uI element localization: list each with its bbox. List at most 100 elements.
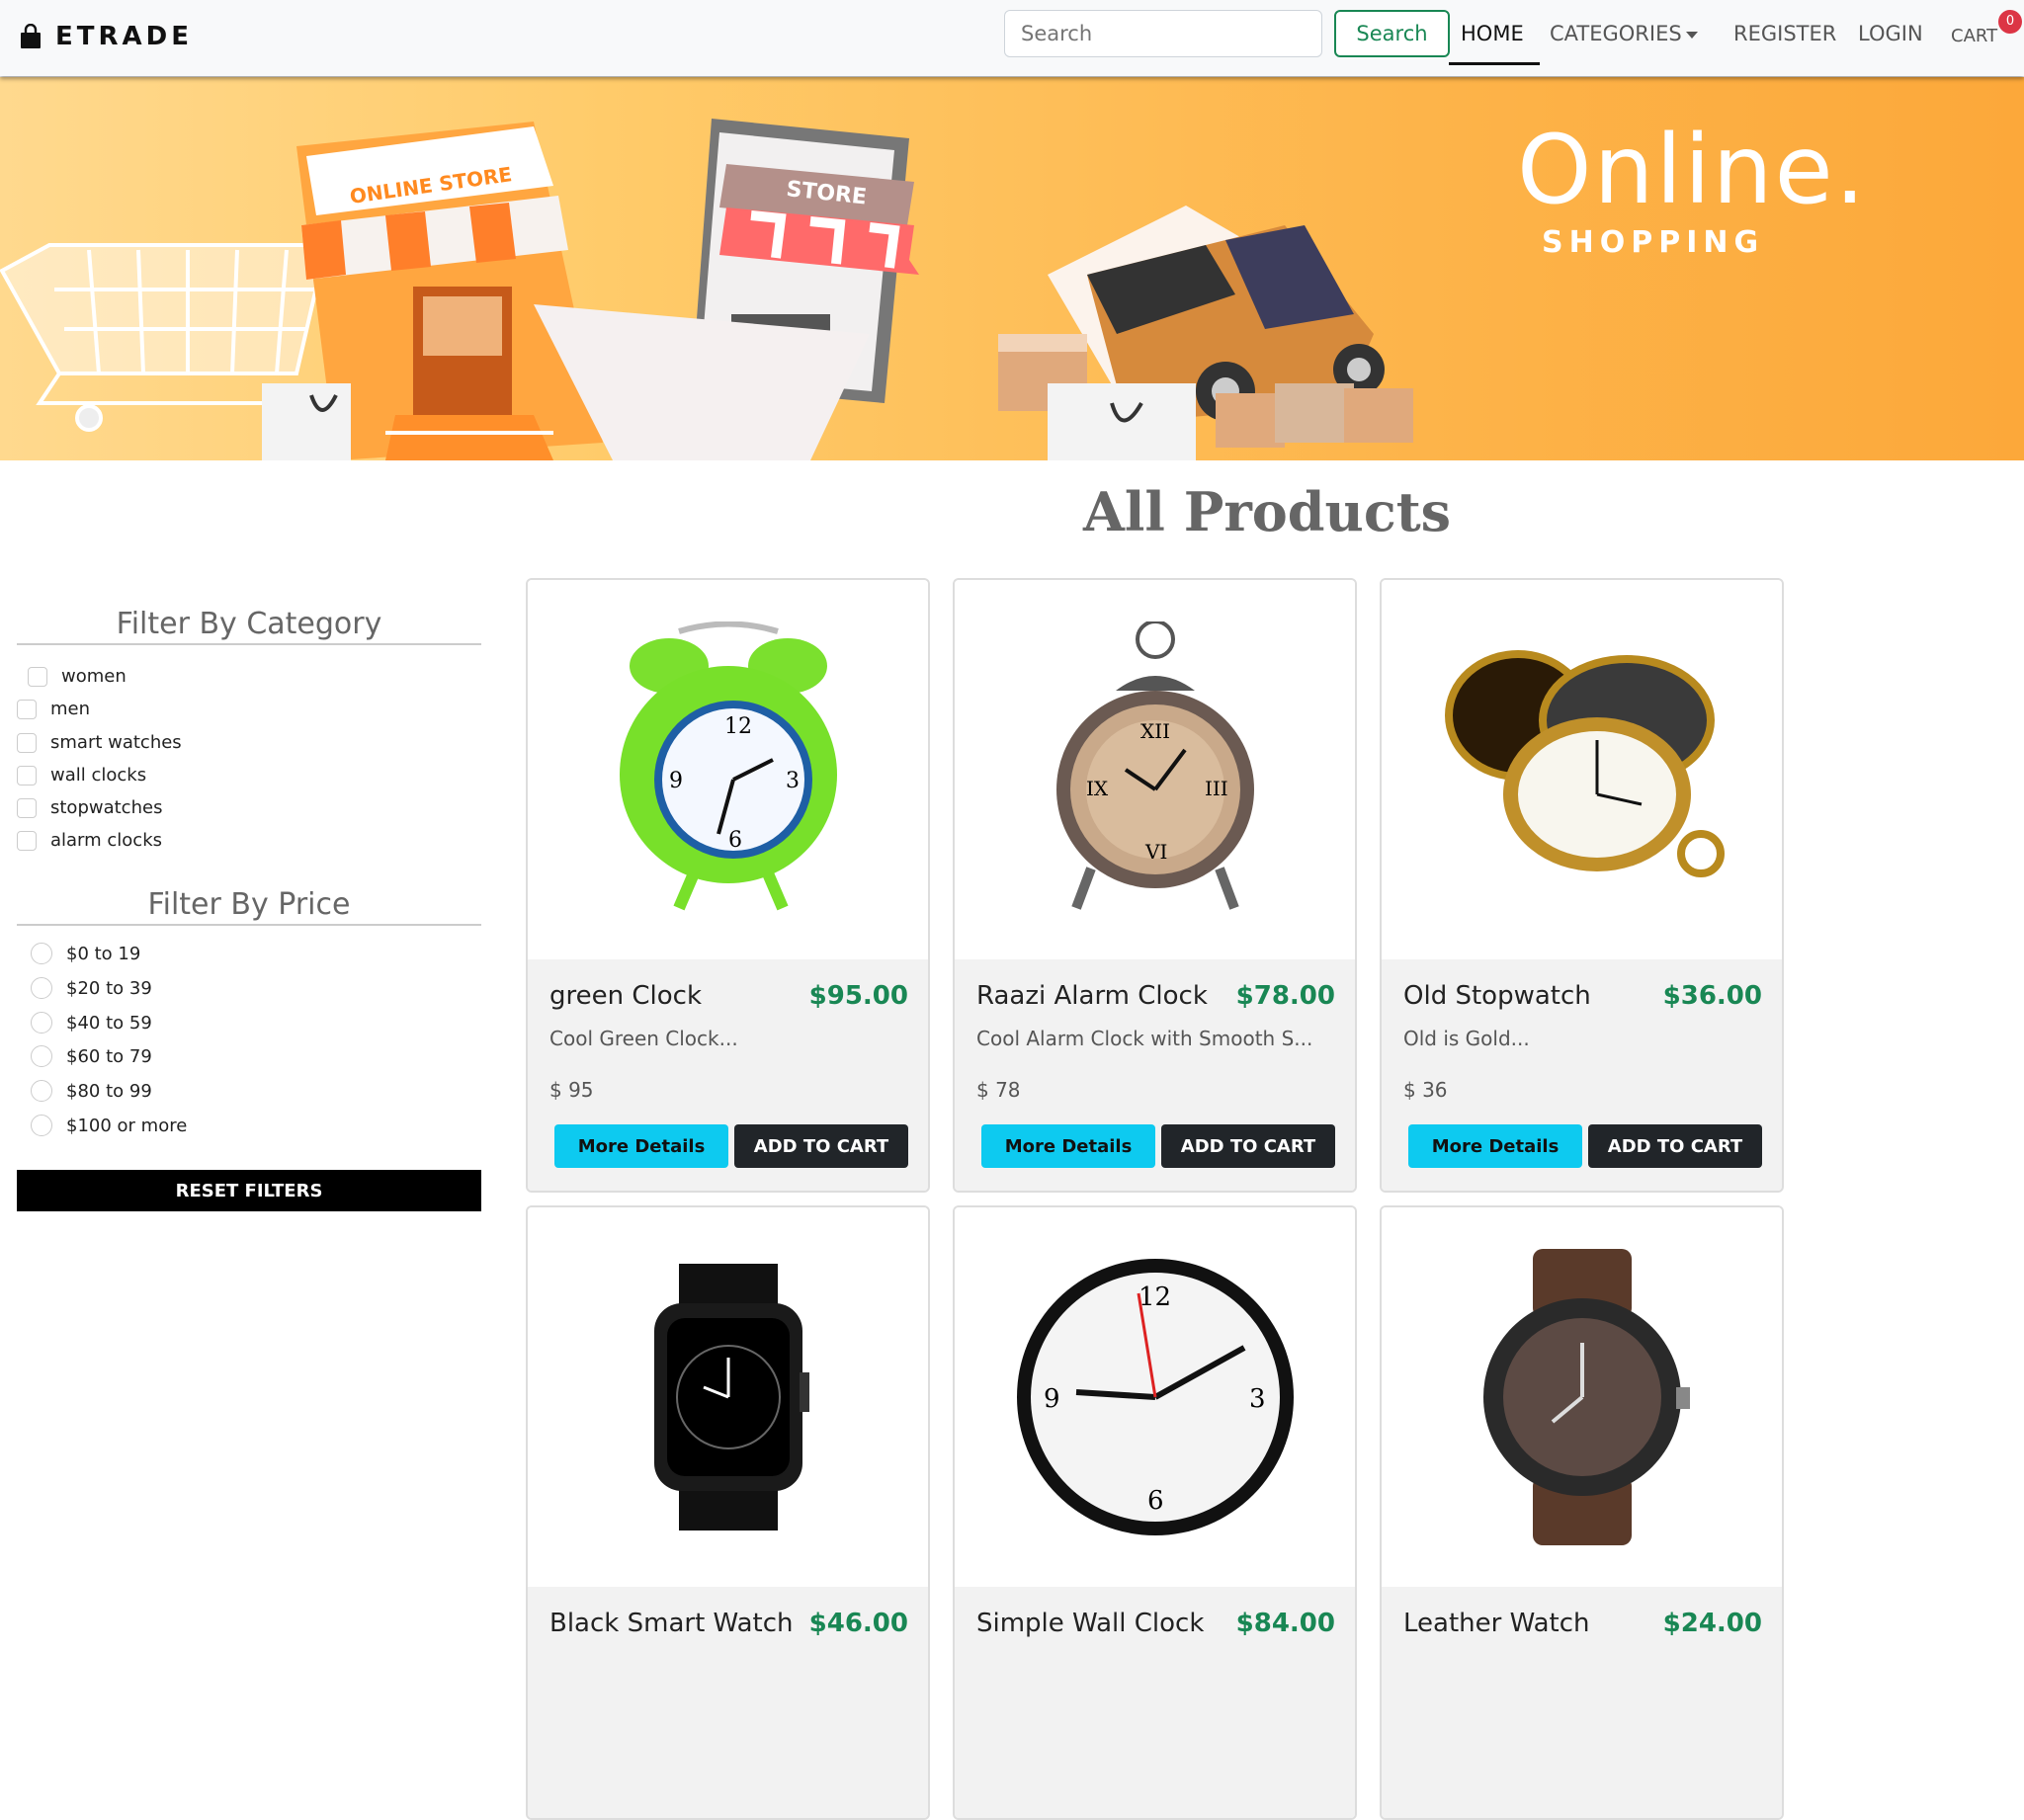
product-card: 12 3 6 9 green Clock $95.00 Cool Green C… [526, 578, 930, 1193]
filter-category-men[interactable]: men [17, 699, 90, 719]
filter-price-label: $40 to 59 [66, 1012, 152, 1034]
product-card: Black Smart Watch $46.00 [526, 1205, 930, 1820]
checkbox[interactable] [17, 830, 37, 851]
radio-button[interactable] [31, 977, 52, 999]
more-details-button[interactable]: More Details [981, 1124, 1155, 1168]
product-card-body: Old Stopwatch $36.00 Old is Gold... $ 36… [1382, 959, 1782, 1191]
svg-text:IX: IX [1086, 777, 1109, 800]
page-title: All Products [1083, 480, 1452, 543]
add-to-cart-button[interactable]: ADD TO CART [1161, 1124, 1335, 1168]
product-card-body: Leather Watch $24.00 [1382, 1587, 1782, 1818]
product-card: Old Stopwatch $36.00 Old is Gold... $ 36… [1380, 578, 1784, 1193]
svg-text:3: 3 [786, 769, 800, 793]
product-image-black-smart-watch[interactable] [528, 1207, 928, 1587]
pocket-watch-icon [1444, 650, 1725, 877]
radio-button[interactable] [31, 1080, 52, 1102]
filter-category-alarm-clocks[interactable]: alarm clocks [17, 830, 162, 851]
more-details-button[interactable]: More Details [554, 1124, 728, 1168]
product-price: $84.00 [1235, 1609, 1335, 1638]
filter-category-women[interactable]: women [28, 666, 126, 687]
alarm-clock-icon: 12 3 6 9 [619, 621, 837, 911]
nav-login[interactable]: LOGIN [1858, 22, 1923, 45]
product-image-green-clock[interactable]: 12 3 6 9 [528, 580, 928, 959]
product-name[interactable]: Simple Wall Clock [976, 1609, 1204, 1638]
filter-category-smart-watches[interactable]: smart watches [17, 732, 182, 753]
add-to-cart-button[interactable]: ADD TO CART [1588, 1124, 1762, 1168]
product-card: XII III VI IX Raazi Alarm Clock $78.00 C… [953, 578, 1357, 1193]
alarm-clock-icon: XII III VI IX [1055, 621, 1254, 910]
filter-price-label: $100 or more [66, 1115, 188, 1136]
brand[interactable]: ETRADE [20, 22, 193, 51]
filter-category-label: smart watches [50, 732, 182, 753]
svg-text:12: 12 [724, 714, 752, 739]
svg-text:XII: XII [1140, 719, 1170, 743]
product-description: Cool Green Clock... [549, 1027, 738, 1050]
product-card-body: Black Smart Watch $46.00 [528, 1587, 928, 1818]
nav-home[interactable]: HOME [1461, 22, 1524, 45]
navbar: ETRADE Search HOME CATEGORIES REGISTER L… [0, 0, 2024, 76]
filter-price-80-99[interactable]: $80 to 99 [31, 1080, 152, 1102]
product-name[interactable]: Leather Watch [1403, 1609, 1590, 1638]
product-image-old-stopwatch[interactable] [1382, 580, 1782, 959]
product-price: $78.00 [1235, 981, 1335, 1011]
checkbox[interactable] [17, 765, 37, 786]
filter-price-60-79[interactable]: $60 to 79 [31, 1045, 152, 1067]
filter-category-label: stopwatches [50, 797, 163, 818]
product-name[interactable]: green Clock [549, 981, 702, 1011]
filter-price-label: $80 to 99 [66, 1080, 152, 1102]
radio-button[interactable] [31, 1012, 52, 1034]
cart-count-badge: 0 [1998, 10, 2022, 34]
checkbox[interactable] [17, 732, 37, 753]
filter-category-stopwatches[interactable]: stopwatches [17, 797, 162, 818]
product-card: Leather Watch $24.00 [1380, 1205, 1784, 1820]
filter-price-40-59[interactable]: $40 to 59 [31, 1012, 152, 1034]
banner-subtitle: SHOPPING [1542, 225, 1765, 260]
product-name[interactable]: Raazi Alarm Clock [976, 981, 1208, 1011]
filter-price-0-19[interactable]: $0 to 19 [31, 943, 140, 964]
nav-categories-dropdown[interactable]: CATEGORIES [1550, 22, 1698, 45]
svg-text:3: 3 [1249, 1384, 1266, 1414]
add-to-cart-button[interactable]: ADD TO CART [734, 1124, 908, 1168]
product-image-leather-watch[interactable] [1382, 1207, 1782, 1587]
search-input[interactable] [1004, 10, 1322, 57]
radio-button[interactable] [31, 1045, 52, 1067]
svg-text:VI: VI [1144, 840, 1167, 864]
phone-store-illustration [534, 119, 919, 460]
product-price: $95.00 [808, 981, 908, 1011]
product-name[interactable]: Black Smart Watch [549, 1609, 793, 1638]
smart-watch-icon [653, 1264, 809, 1530]
product-price: $36.00 [1662, 981, 1762, 1011]
wrist-watch-icon [1482, 1249, 1690, 1545]
product-card-body: Raazi Alarm Clock $78.00 Cool Alarm Cloc… [955, 959, 1355, 1191]
svg-text:III: III [1205, 777, 1228, 800]
filter-price-label: $20 to 39 [66, 977, 152, 999]
product-card-body: green Clock $95.00 Cool Green Clock... $… [528, 959, 928, 1191]
radio-button[interactable] [31, 943, 52, 964]
hero-banner: ONLINE STORE STORE Online. SHOPPING [0, 77, 2024, 460]
svg-text:12: 12 [1138, 1282, 1171, 1312]
checkbox[interactable] [17, 699, 37, 719]
checkbox[interactable] [17, 797, 37, 818]
product-description: Old is Gold... [1403, 1027, 1530, 1050]
search-button[interactable]: Search [1334, 10, 1450, 57]
more-details-button[interactable]: More Details [1408, 1124, 1582, 1168]
wall-clock-icon: 12 3 6 9 [1016, 1259, 1294, 1535]
filter-price-label: $0 to 19 [66, 943, 141, 964]
filter-category-label: wall clocks [50, 765, 147, 786]
filter-price-heading: Filter By Price [17, 887, 481, 926]
product-image-raazi-alarm-clock[interactable]: XII III VI IX [955, 580, 1355, 959]
filter-category-wall-clocks[interactable]: wall clocks [17, 765, 146, 786]
product-price: $24.00 [1662, 1609, 1762, 1638]
nav-cart[interactable]: CART [1951, 26, 1997, 46]
nav-register[interactable]: REGISTER [1733, 22, 1836, 45]
filter-price-100-plus[interactable]: $100 or more [31, 1115, 187, 1136]
filter-price-20-39[interactable]: $20 to 39 [31, 977, 152, 999]
radio-button[interactable] [31, 1115, 52, 1136]
product-image-simple-wall-clock[interactable]: 12 3 6 9 [955, 1207, 1355, 1587]
product-price-secondary: $ 95 [549, 1078, 594, 1102]
svg-text:6: 6 [728, 828, 742, 853]
reset-filters-button[interactable]: RESET FILTERS [17, 1170, 481, 1211]
product-name[interactable]: Old Stopwatch [1403, 981, 1591, 1011]
filter-category-heading: Filter By Category [17, 607, 481, 645]
checkbox[interactable] [28, 666, 47, 687]
